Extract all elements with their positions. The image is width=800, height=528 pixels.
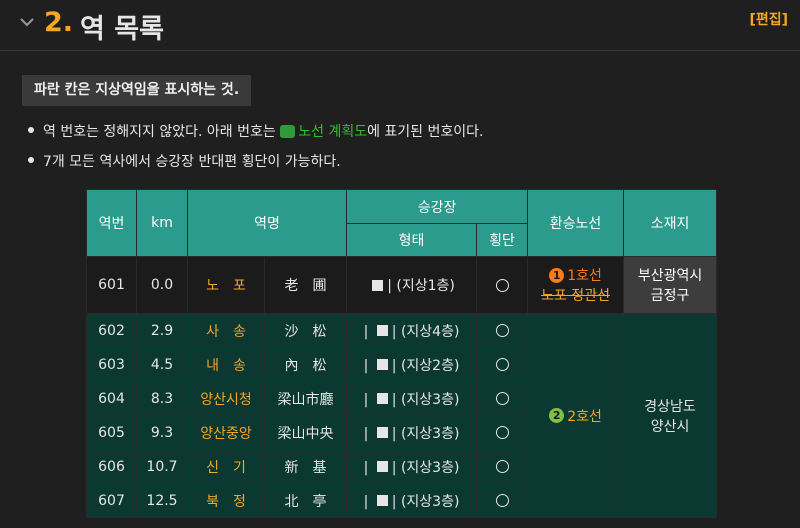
line-2-icon: 2 (549, 408, 565, 423)
location-cell: 경상남도 양산시 (623, 313, 718, 518)
line-link[interactable]: 노포 정관선 (528, 285, 623, 305)
station-link[interactable]: 사 송 (187, 313, 265, 348)
cross-mark (495, 324, 509, 337)
section-number: 2. (44, 7, 74, 38)
location-cell: 부산광역시 금정구 (623, 256, 718, 314)
line-link[interactable]: 1호선 (567, 268, 602, 284)
header-transfer: 환승노선 (527, 189, 625, 257)
section-title: 역 목록 (80, 14, 164, 45)
station-link[interactable]: 신 기 (187, 449, 265, 484)
platform-icon (372, 279, 384, 291)
cross-mark (495, 278, 509, 292)
header-platform: 승강장 (346, 189, 529, 224)
location-district: 금정구 (650, 288, 690, 304)
header-name: 역명 (186, 189, 348, 257)
cross-mark (495, 358, 509, 371)
cross-mark (495, 494, 509, 507)
station-link[interactable]: 양산중앙 (187, 415, 265, 450)
line-link[interactable]: 2호선 (567, 409, 602, 425)
platform-icon (376, 461, 388, 472)
table-row: 602 2.9 사 송 沙 松 | | (지상4층) 2 2호선 경상남도 양산시 (86, 313, 718, 518)
header-km: km (136, 189, 188, 257)
header-form: 형태 (346, 223, 478, 257)
location-city: 부산광역시 (637, 268, 703, 284)
cross-mark (495, 460, 509, 473)
location-province: 경상남도 (644, 398, 696, 415)
bullet-item: 역 번호는 정해지지 않았다. 아래 번호는 노선 계획도에 표기된 번호이다. (28, 121, 483, 141)
cross-mark (495, 392, 509, 405)
notice-box: 파란 칸은 지상역임을 표시하는 것. (22, 75, 252, 106)
section-header: 2. 역 목록 [편집] (0, 0, 800, 51)
platform-icon (376, 359, 388, 370)
cross-mark (495, 426, 509, 439)
station-link[interactable]: 내 송 (187, 347, 265, 382)
bullet-dot (28, 127, 34, 133)
station-table: 역번 km 역명 승강장 환승노선 소재지 형태 횡단 601 0.0 노 포 … (86, 189, 718, 518)
bullet-item: 7개 모든 역사에서 승강장 반대편 횡단이 가능하다. (28, 151, 341, 171)
station-link[interactable]: 양산시청 (187, 381, 265, 416)
edit-link[interactable]: [편집] (749, 9, 788, 29)
link-icon (280, 124, 296, 138)
header-number: 역번 (86, 189, 137, 257)
table-row: 601 0.0 노 포 老 圃 | (지상1층) 1 1호선 노포 정관선 부산광… (86, 256, 718, 314)
location-city: 양산시 (650, 418, 690, 435)
line-1-icon: 1 (549, 267, 565, 283)
station-link[interactable]: 북 정 (187, 483, 265, 518)
station-link[interactable]: 노 포 (187, 256, 265, 314)
chevron-down-icon[interactable] (18, 13, 36, 31)
header-location: 소재지 (623, 189, 718, 257)
plan-map-link[interactable]: 노선 계획도 (298, 124, 367, 140)
header-cross: 횡단 (476, 223, 529, 257)
platform-icon (376, 325, 388, 336)
platform-icon (376, 393, 388, 404)
platform-icon (376, 495, 388, 506)
bullet-dot (28, 157, 34, 163)
platform-icon (376, 427, 388, 438)
